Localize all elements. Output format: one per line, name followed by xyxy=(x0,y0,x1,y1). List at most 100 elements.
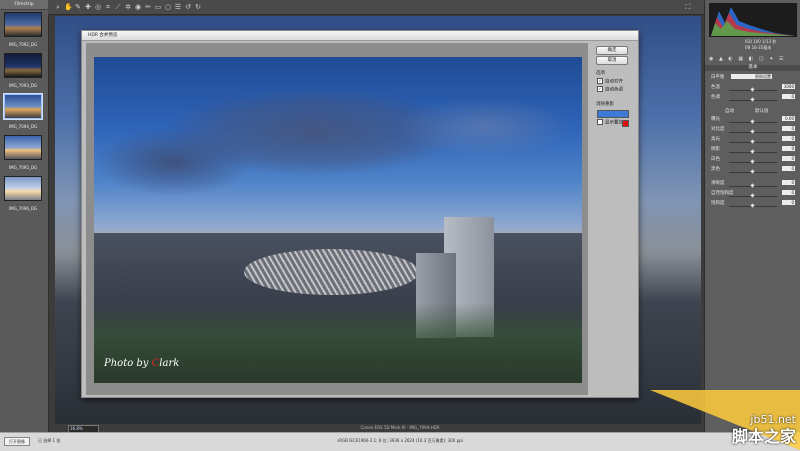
slider-row[interactable]: 自然饱和度 0 xyxy=(711,190,795,198)
red-eye-icon[interactable]: ◉ xyxy=(134,3,142,11)
slider-value[interactable]: 0 xyxy=(782,126,795,131)
histogram-graph xyxy=(711,7,795,36)
slider-value[interactable]: 0 xyxy=(782,190,795,195)
graduated-filter-icon[interactable]: ▭ xyxy=(154,3,162,11)
lens-info: f/8 16-35毫米 xyxy=(745,45,772,50)
slider-value[interactable]: 0 xyxy=(782,166,795,171)
site-watermark-cn: 脚本之家 xyxy=(731,427,796,446)
color-sampler-icon[interactable]: ✚ xyxy=(84,3,92,11)
checkbox-icon xyxy=(597,119,603,125)
crop-tool-icon[interactable]: ⌗ xyxy=(104,3,112,11)
filmstrip-thumbnail[interactable]: · · · · · IMG_7095_DG xyxy=(4,135,42,171)
auto-align-checkbox[interactable]: ✓ 自动对齐 xyxy=(597,78,623,85)
slider-row[interactable]: 白色 0 xyxy=(711,156,795,164)
slider-row[interactable]: 阴影 0 xyxy=(711,146,795,154)
targeted-adjustment-icon[interactable]: ◎ xyxy=(94,3,102,11)
auto-tone-checkbox[interactable]: ✓ 自动色调 xyxy=(597,86,623,93)
thumbnail-image xyxy=(4,53,42,78)
cloud xyxy=(394,97,574,157)
filmstrip-title: Filmstrip xyxy=(0,0,48,10)
thumbnail-image xyxy=(4,176,42,201)
slider-label: 饱和度 xyxy=(711,201,725,206)
slider-label: 曝光 xyxy=(711,117,720,122)
checkbox-icon: ✓ xyxy=(597,86,603,92)
slider-label: 阴影 xyxy=(711,147,720,152)
dialog-title: HDR 合并预览 xyxy=(82,31,638,41)
rotate-left-icon[interactable]: ↺ xyxy=(184,3,192,11)
deghost-label: 消除重影 xyxy=(596,102,614,107)
default-link[interactable]: 默认值 xyxy=(755,108,769,114)
slider-label: 对比度 xyxy=(711,127,725,132)
slider-row[interactable]: 黑色 0 xyxy=(711,166,795,174)
merge-ok-button[interactable]: 确定 xyxy=(596,46,628,55)
thumbnail-image xyxy=(4,94,42,119)
straighten-tool-icon[interactable]: ⟋ xyxy=(114,3,122,11)
white-balance-select[interactable]: 原照设置 xyxy=(731,74,772,79)
filmstrip-thumbnail-selected[interactable]: · · · · · IMG_7094_DG xyxy=(4,94,42,130)
watermark-prefix: Photo by xyxy=(104,358,152,369)
histogram xyxy=(709,3,797,37)
slider-row[interactable]: 对比度 0 xyxy=(711,126,795,134)
stadium xyxy=(244,249,419,295)
rotate-right-icon[interactable]: ↻ xyxy=(194,3,202,11)
auto-link[interactable]: 自动 xyxy=(725,108,734,114)
filmstrip-panel: Filmstrip · · · · · IMG_7092_DG · · · · … xyxy=(0,0,49,432)
white-balance-label: 白平衡 xyxy=(711,75,725,80)
hand-tool-icon[interactable]: ✋ xyxy=(64,3,73,11)
merge-cancel-button[interactable]: 取消 xyxy=(596,56,628,65)
slider-value[interactable]: 0 xyxy=(782,156,795,161)
thumbnail-image xyxy=(4,135,42,160)
canvas-info: Canon EOS 5D Mark III · IMG_7094-HDR xyxy=(360,425,440,430)
selection-count: 已 选择 1 张 xyxy=(38,438,61,443)
white-balance-row[interactable]: 白平衡 原照设置 xyxy=(711,74,795,81)
spot-removal-icon[interactable]: ✲ xyxy=(124,3,132,11)
slider-row[interactable]: 色调 0 xyxy=(711,94,795,102)
auto-tone-label: 自动色调 xyxy=(605,87,623,93)
auto-align-label: 自动对齐 xyxy=(605,79,623,85)
slider-value[interactable]: 3000 xyxy=(782,84,795,89)
options-header: 选项 xyxy=(596,71,605,76)
slider-value[interactable]: 0 xyxy=(782,146,795,151)
slider-label: 清晰度 xyxy=(711,181,725,186)
hdr-preview-image: Photo by Clark xyxy=(94,57,582,383)
hdr-merge-dialog: HDR 合并预览 Photo by Clark 确定 取消 选项 ✓ 自动对齐 ✓… xyxy=(81,30,639,398)
deghost-select[interactable] xyxy=(597,110,629,118)
filmstrip-thumbnail[interactable]: · · · · · IMG_7092_DG xyxy=(4,12,42,48)
slider-row[interactable]: 色温 3000 xyxy=(711,84,795,92)
slider-label: 色调 xyxy=(711,95,720,100)
open-image-button[interactable]: 打开图像 xyxy=(4,437,30,446)
zoom-tool-icon[interactable]: ⌕ xyxy=(54,3,62,11)
slider-value[interactable]: 0 xyxy=(782,200,795,205)
filmstrip-thumbnail[interactable]: · · · · · IMG_7096_DG xyxy=(4,176,42,212)
workflow-options-link[interactable]: sRGB IEC61966-2.1; 8 位; 3936 x 2624 (10.… xyxy=(300,438,500,444)
white-balance-tool-icon[interactable]: ✎ xyxy=(74,3,82,11)
slider-value[interactable]: 0 xyxy=(782,180,795,185)
slider-label: 色温 xyxy=(711,85,720,90)
slider-row[interactable]: 清晰度 0 xyxy=(711,180,795,188)
checkbox-icon: ✓ xyxy=(597,78,603,84)
show-overlay-checkbox[interactable]: 显示叠加 xyxy=(597,119,623,126)
slider-value[interactable]: 0 xyxy=(782,94,795,99)
thumbnail-name: IMG_7096_DG xyxy=(8,206,38,211)
radial-filter-icon[interactable]: ○ xyxy=(164,3,172,11)
thumbnail-name: IMG_7093_DG xyxy=(8,83,38,88)
thumbnail-name: IMG_7095_DG xyxy=(8,165,38,170)
show-overlay-label: 显示叠加 xyxy=(605,120,623,126)
panel-tabs[interactable]: ◉ ▲ ◐ ▦ ◧ ◫ ✦ ☰ xyxy=(709,56,797,63)
filmstrip-thumbnail[interactable]: · · · · · IMG_7093_DG xyxy=(4,53,42,89)
overlay-color-swatch[interactable] xyxy=(622,120,629,127)
panel-title: 基本 xyxy=(705,65,800,71)
fullscreen-icon[interactable]: ⛶ xyxy=(684,3,692,11)
slider-row[interactable]: 高光 0 xyxy=(711,136,795,144)
adjustment-brush-icon[interactable]: ✏ xyxy=(144,3,152,11)
slider-value[interactable]: 0.00 xyxy=(782,116,795,121)
slider-value[interactable]: 0 xyxy=(782,136,795,141)
preview-frame: Photo by Clark xyxy=(86,43,588,395)
preferences-icon[interactable]: ☰ xyxy=(174,3,182,11)
thumbnail-image xyxy=(4,12,42,37)
adjustments-panel: ISO 100 1/13 秒 f/8 16-35毫米 ◉ ▲ ◐ ▦ ◧ ◫ ✦… xyxy=(704,0,800,432)
tool-bar: ⌕ ✋ ✎ ✚ ◎ ⌗ ⟋ ✲ ◉ ✏ ▭ ○ ☰ ↺ ↻ ⛶ xyxy=(48,0,704,15)
slider-label: 白色 xyxy=(711,157,720,162)
slider-row[interactable]: 饱和度 0 xyxy=(711,200,795,208)
slider-row[interactable]: 曝光 0.00 xyxy=(711,116,795,124)
